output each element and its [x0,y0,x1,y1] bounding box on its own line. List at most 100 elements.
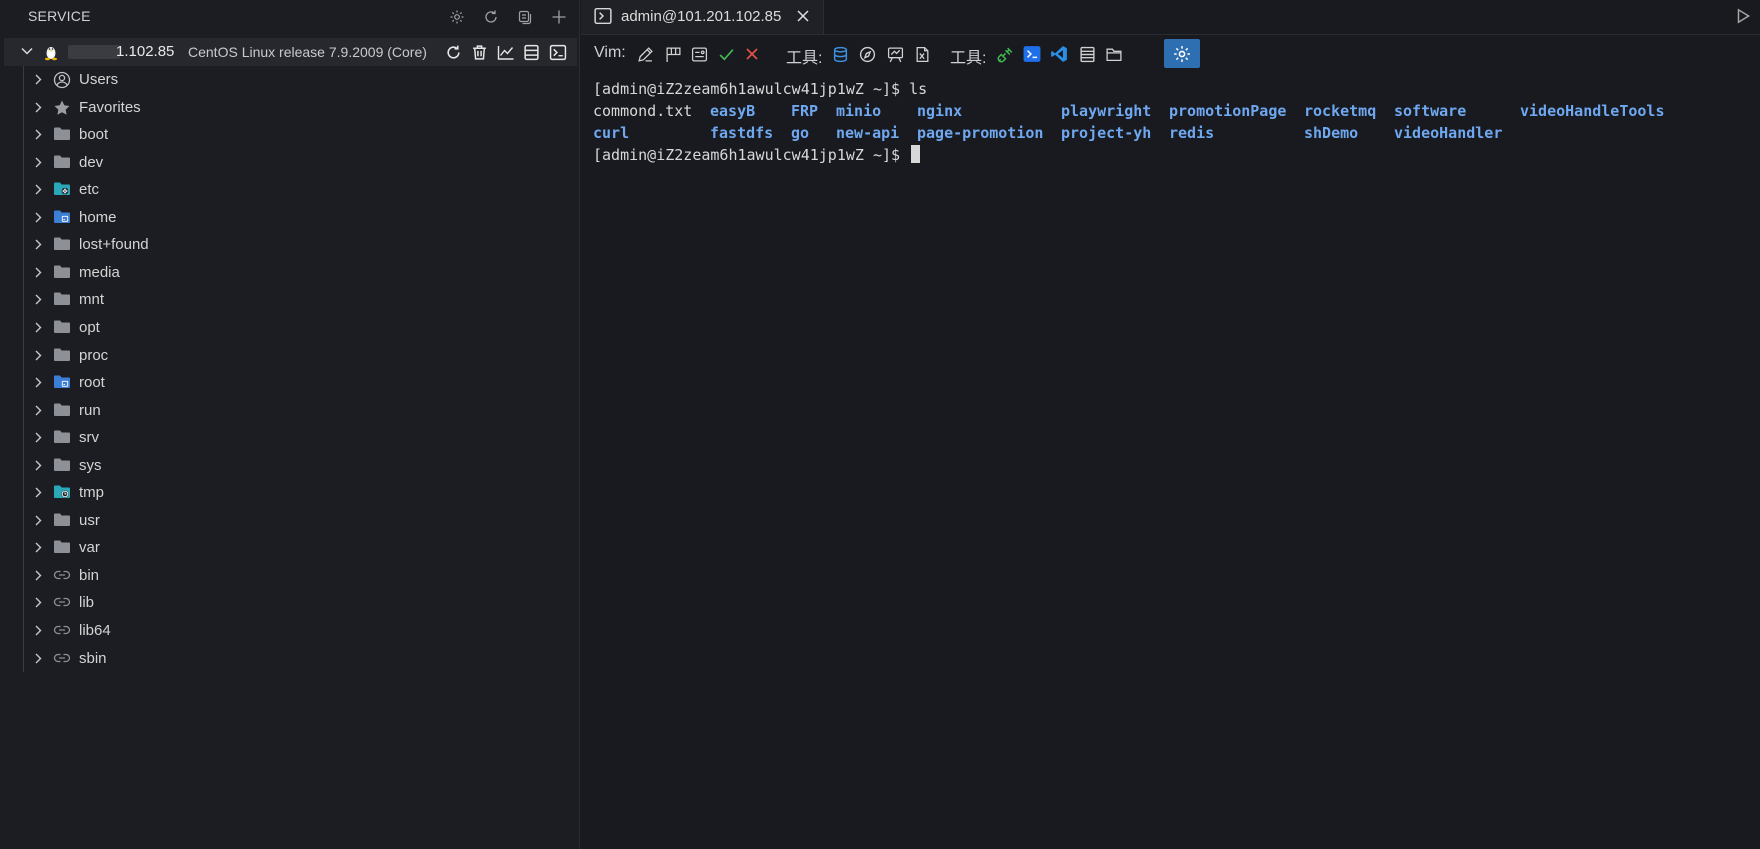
tab-label: admin@101.201.102.85 [621,8,782,25]
gear-icon[interactable] [446,6,468,28]
folder-icon [53,539,71,555]
tree-item-mnt[interactable]: mnt [0,286,570,313]
tree-item-label: opt [79,318,100,336]
chart-icon[interactable] [494,40,517,64]
tree-item-usr[interactable]: usr [0,507,570,534]
tree-item-etc[interactable]: etc [0,176,570,203]
terminal-cursor [911,145,921,163]
tree-item-home[interactable]: home [0,204,570,231]
database-icon[interactable] [829,43,851,65]
settings-button[interactable] [1164,39,1200,68]
close-icon[interactable] [741,43,763,65]
tree-item-label: root [79,374,105,392]
tree-item-label: home [79,208,117,226]
tree-item-lost-found[interactable]: lost+found [0,231,570,258]
folder-icon [53,291,71,307]
check-icon[interactable] [715,43,737,65]
chevron-right-icon[interactable] [32,183,44,196]
plus-icon[interactable] [548,6,570,28]
directory-entry: page-promotion [917,124,1044,142]
chevron-right-icon[interactable] [32,211,44,224]
chevron-right-icon[interactable] [32,293,44,306]
chevron-right-icon[interactable] [32,238,44,251]
tree-item-sys[interactable]: sys [0,452,570,479]
tree-item-var[interactable]: var [0,534,570,561]
chevron-right-icon[interactable] [32,156,44,169]
directory-entry: videoHandler [1394,124,1503,142]
tree-item-run[interactable]: run [0,397,570,424]
tree-item-proc[interactable]: proc [0,342,570,369]
chevron-right-icon[interactable] [32,514,44,527]
tree-item-label: proc [79,346,109,364]
folder-icon [53,154,71,170]
chevron-right-icon[interactable] [32,459,44,472]
plug-icon[interactable] [994,43,1016,65]
user-icon [53,71,71,89]
directory-entry: redis [1169,124,1215,142]
trash-icon[interactable] [468,40,491,64]
chevron-right-icon[interactable] [32,404,44,417]
folder-clock-icon [53,484,71,500]
refresh-icon[interactable] [442,40,465,64]
chevron-right-icon[interactable] [32,652,44,665]
chevron-right-icon[interactable] [32,349,44,362]
tree-item-label: Favorites [79,98,141,116]
server-node[interactable]: 1.102.85 CentOS Linux release 7.9.2009 (… [4,38,577,66]
terminal-tab[interactable]: admin@101.201.102.85 [581,0,824,34]
excel-icon[interactable] [911,43,933,65]
link-icon [53,650,71,666]
tree-item-sbin[interactable]: sbin [0,645,570,672]
tree-item-favorites[interactable]: Favorites [0,94,570,121]
run-icon[interactable] [1734,7,1752,25]
pencil-icon[interactable] [634,43,656,65]
tree-item-users[interactable]: Users [0,66,570,93]
close-icon[interactable] [795,8,811,24]
chevron-right-icon[interactable] [32,624,44,637]
tree-item-dev[interactable]: dev [0,149,570,176]
tree-item-lib[interactable]: lib [0,589,570,616]
tree-item-boot[interactable]: boot [0,121,570,148]
directory-entry: project-yh [1061,124,1152,142]
folder-icon [53,126,71,142]
tree-item-lib64[interactable]: lib64 [0,617,570,644]
chevron-right-icon[interactable] [32,431,44,444]
chevron-right-icon[interactable] [32,486,44,499]
chevron-right-icon[interactable] [32,376,44,389]
chevron-right-icon[interactable] [32,321,44,334]
tree-item-label: bin [79,566,100,584]
copy-icon[interactable] [514,6,536,28]
tree-item-media[interactable]: media [0,259,570,286]
terminal-line: [admin@iZ2zeam6h1awulcw41jp1wZ ~]$ ls [593,78,1753,100]
tree-item-label: srv [79,429,99,447]
folder-icon [53,319,71,335]
directory-entry: go [791,124,810,142]
chevron-down-icon[interactable] [20,44,34,58]
chevron-right-icon[interactable] [32,101,44,114]
chevron-right-icon[interactable] [32,128,44,141]
flag-icon[interactable] [662,43,684,65]
chevron-right-icon[interactable] [32,596,44,609]
tree-item-opt[interactable]: opt [0,314,570,341]
terminal-output[interactable]: [admin@iZ2zeam6h1awulcw41jp1wZ ~]$ ls co… [593,78,1753,838]
directory-entry: FRP [791,102,819,120]
server-list-icon[interactable] [520,40,543,64]
terminal-icon[interactable] [546,40,569,64]
chevron-right-icon[interactable] [32,266,44,279]
chevron-right-icon[interactable] [32,541,44,554]
folder-icon[interactable] [1103,43,1125,65]
compass-icon[interactable] [856,43,878,65]
vscode-icon[interactable] [1048,43,1070,65]
tree-item-bin[interactable]: bin [0,562,570,589]
image-icon[interactable] [688,43,710,65]
terminal-icon[interactable] [1021,43,1043,65]
tree-item-tmp[interactable]: tmp [0,479,570,506]
tree-item-label: dev [79,153,104,171]
refresh-icon[interactable] [480,6,502,28]
tree-item-srv[interactable]: srv [0,424,570,451]
chevron-right-icon[interactable] [32,73,44,86]
presentation-icon[interactable] [884,43,906,65]
chevron-right-icon[interactable] [32,569,44,582]
tree-item-root[interactable]: root [0,369,570,396]
directory-entry: new-api [836,124,900,142]
server-list-icon[interactable] [1076,43,1098,65]
